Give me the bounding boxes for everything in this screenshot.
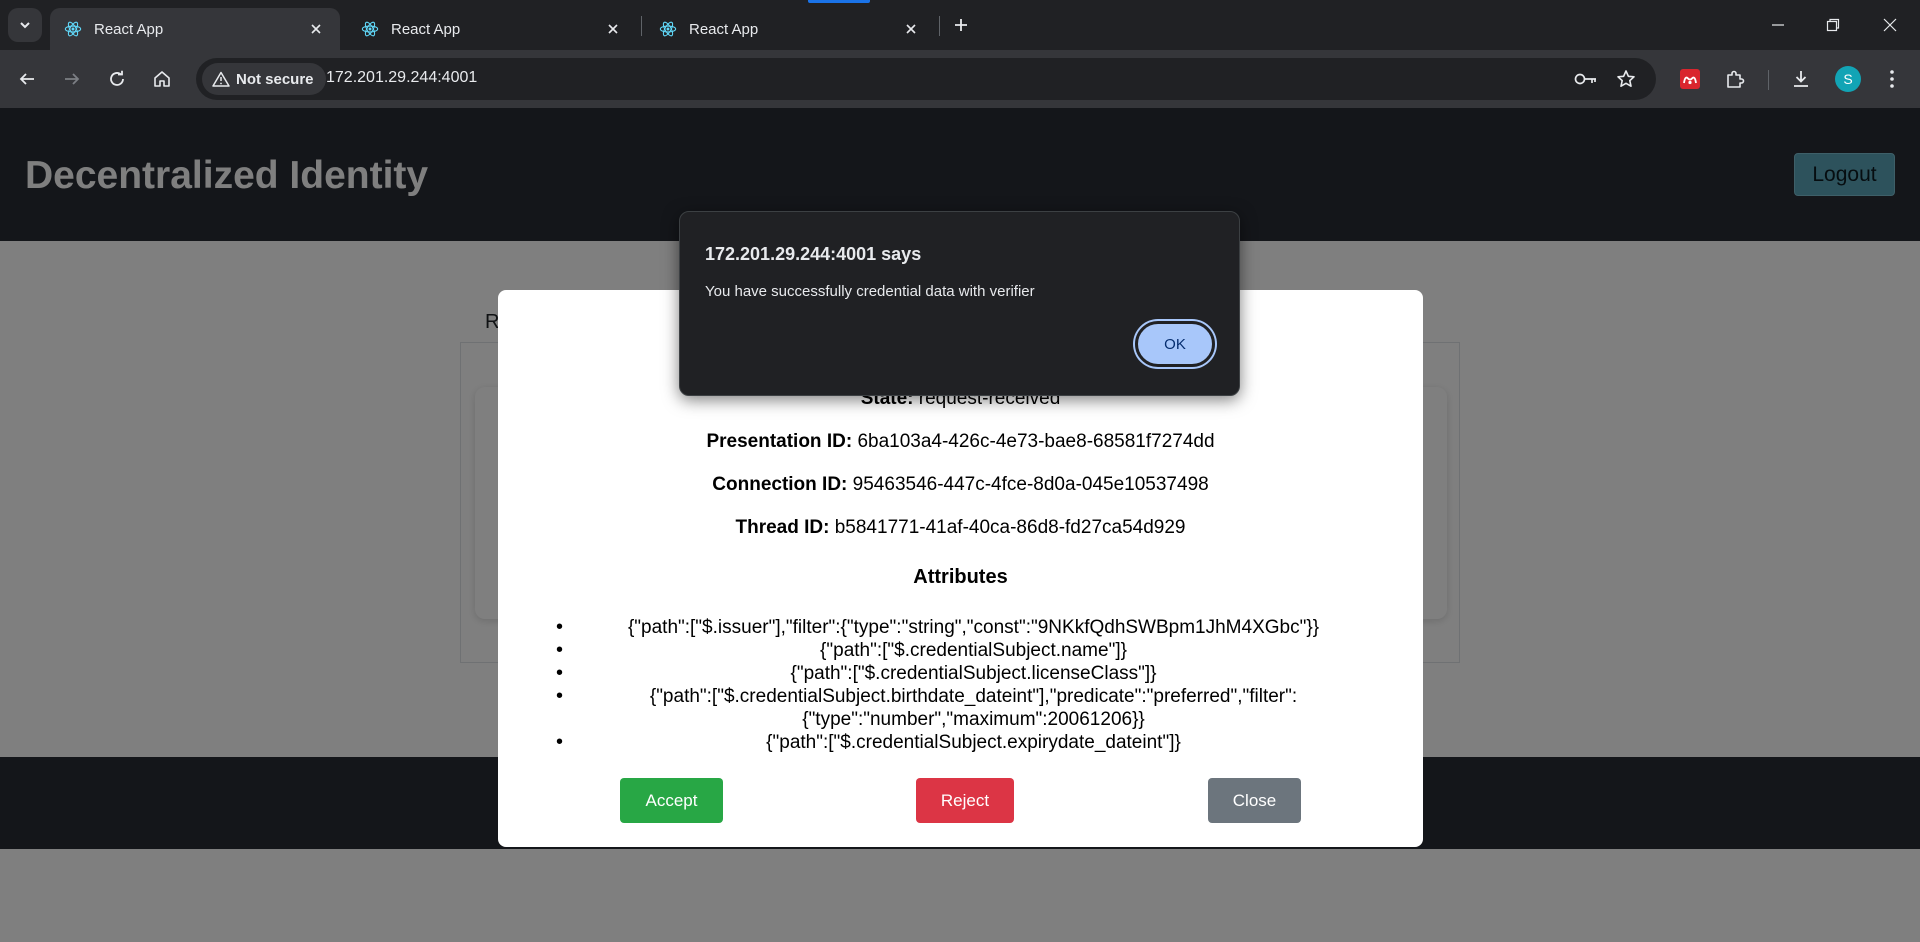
tab-title: React App: [689, 20, 759, 38]
home-button[interactable]: [145, 62, 179, 96]
extensions-button[interactable]: [1718, 62, 1752, 96]
presentation-id-value: 6ba103a4-426c-4e73-bae8-68581f7274dd: [857, 431, 1215, 452]
alert-ok-button[interactable]: OK: [1135, 321, 1215, 367]
connection-id-value: 95463546-447c-4fce-8d0a-045e10537498: [852, 474, 1209, 495]
browser-tab-2[interactable]: React App: [347, 8, 637, 50]
attributes-heading: Attributes: [913, 566, 1008, 588]
tab-search-button[interactable]: [8, 8, 42, 42]
restore-button[interactable]: [1813, 8, 1853, 42]
tab-title: React App: [94, 20, 164, 38]
react-icon: [361, 21, 379, 37]
home-icon: [154, 71, 170, 87]
presentation-id-line: Presentation ID: 6ba103a4-426c-4e73-bae8…: [498, 431, 1423, 453]
react-icon: [64, 21, 82, 37]
toolbar-separator: [1768, 70, 1769, 90]
attribute-item: {"path":["$.credentialSubject.expirydate…: [556, 731, 1381, 754]
reload-icon: [110, 70, 124, 86]
minimize-icon: [1772, 24, 1784, 26]
window-close-button[interactable]: [1870, 8, 1910, 42]
close-button[interactable]: Close: [1208, 778, 1301, 823]
security-chip[interactable]: Not secure: [202, 63, 326, 95]
url-text[interactable]: 172.201.29.244:4001: [326, 69, 477, 87]
thread-id-label: Thread ID:: [735, 517, 830, 538]
reject-button[interactable]: Reject: [916, 778, 1014, 823]
restore-icon: [1826, 18, 1840, 32]
chevron-down-icon: [20, 22, 30, 29]
browser-tab-3[interactable]: React App: [645, 8, 935, 50]
forward-button[interactable]: [55, 62, 89, 96]
thread-id-line: Thread ID: b5841771-41af-40ca-86d8-fd27c…: [498, 517, 1423, 539]
puzzle-icon: [1727, 70, 1745, 88]
alert-dialog: 172.201.29.244:4001 says You have succes…: [679, 211, 1240, 396]
arrow-right-icon: [65, 73, 80, 85]
close-icon: [1883, 18, 1897, 32]
password-key-icon[interactable]: [1574, 67, 1598, 91]
tab-separator: [939, 16, 940, 36]
attribute-item: {"path":["$.credentialSubject.licenseCla…: [556, 662, 1381, 685]
tab-separator: [641, 16, 642, 36]
attribute-item: {"path":["$.issuer"],"filter":{"type":"s…: [556, 616, 1381, 639]
plus-icon: [955, 19, 967, 31]
alert-origin: 172.201.29.244:4001 says: [705, 244, 922, 264]
react-icon: [659, 21, 677, 37]
tab-drag-indicator: [808, 0, 870, 3]
profile-avatar[interactable]: S: [1835, 66, 1861, 92]
back-button[interactable]: [10, 62, 44, 96]
presentation-id-label: Presentation ID:: [706, 431, 853, 452]
close-icon[interactable]: [306, 19, 326, 39]
attribute-item: {"path":["$.credentialSubject.birthdate_…: [556, 685, 1381, 731]
close-icon[interactable]: [603, 19, 623, 39]
browser-tab-1[interactable]: React App: [50, 8, 340, 50]
warning-icon: [212, 71, 230, 87]
thread-id-value: b5841771-41af-40ca-86d8-fd27ca54d929: [834, 517, 1186, 538]
mendeley-icon: [1680, 69, 1700, 89]
extension-mendeley-button[interactable]: [1673, 62, 1707, 96]
page-viewport: Decentralized Identity Logout R Proof Re…: [0, 108, 1920, 942]
more-vert-icon: [1890, 70, 1894, 88]
alert-message: You have successfully credential data wi…: [705, 283, 1035, 300]
star-icon[interactable]: [1614, 67, 1638, 91]
attributes-list: {"path":["$.issuer"],"filter":{"type":"s…: [556, 616, 1381, 754]
download-icon: [1794, 71, 1808, 87]
close-icon[interactable]: [901, 19, 921, 39]
minimize-button[interactable]: [1758, 8, 1798, 42]
tab-title: React App: [391, 20, 461, 38]
browser-tab-strip: React App React App React App: [0, 0, 1920, 50]
accept-button[interactable]: Accept: [620, 778, 723, 823]
connection-id-label: Connection ID:: [712, 474, 848, 495]
security-label: Not secure: [236, 70, 314, 88]
browser-menu-button[interactable]: [1875, 62, 1909, 96]
reload-button[interactable]: [100, 62, 134, 96]
attribute-item: {"path":["$.credentialSubject.name"]}: [556, 639, 1381, 662]
address-bar[interactable]: Not secure 172.201.29.244:4001: [196, 58, 1656, 100]
downloads-button[interactable]: [1784, 62, 1818, 96]
arrow-left-icon: [19, 73, 34, 85]
browser-toolbar: Not secure 172.201.29.244:4001 S: [0, 50, 1920, 108]
connection-id-line: Connection ID: 95463546-447c-4fce-8d0a-0…: [498, 474, 1423, 496]
new-tab-button[interactable]: [948, 12, 974, 38]
